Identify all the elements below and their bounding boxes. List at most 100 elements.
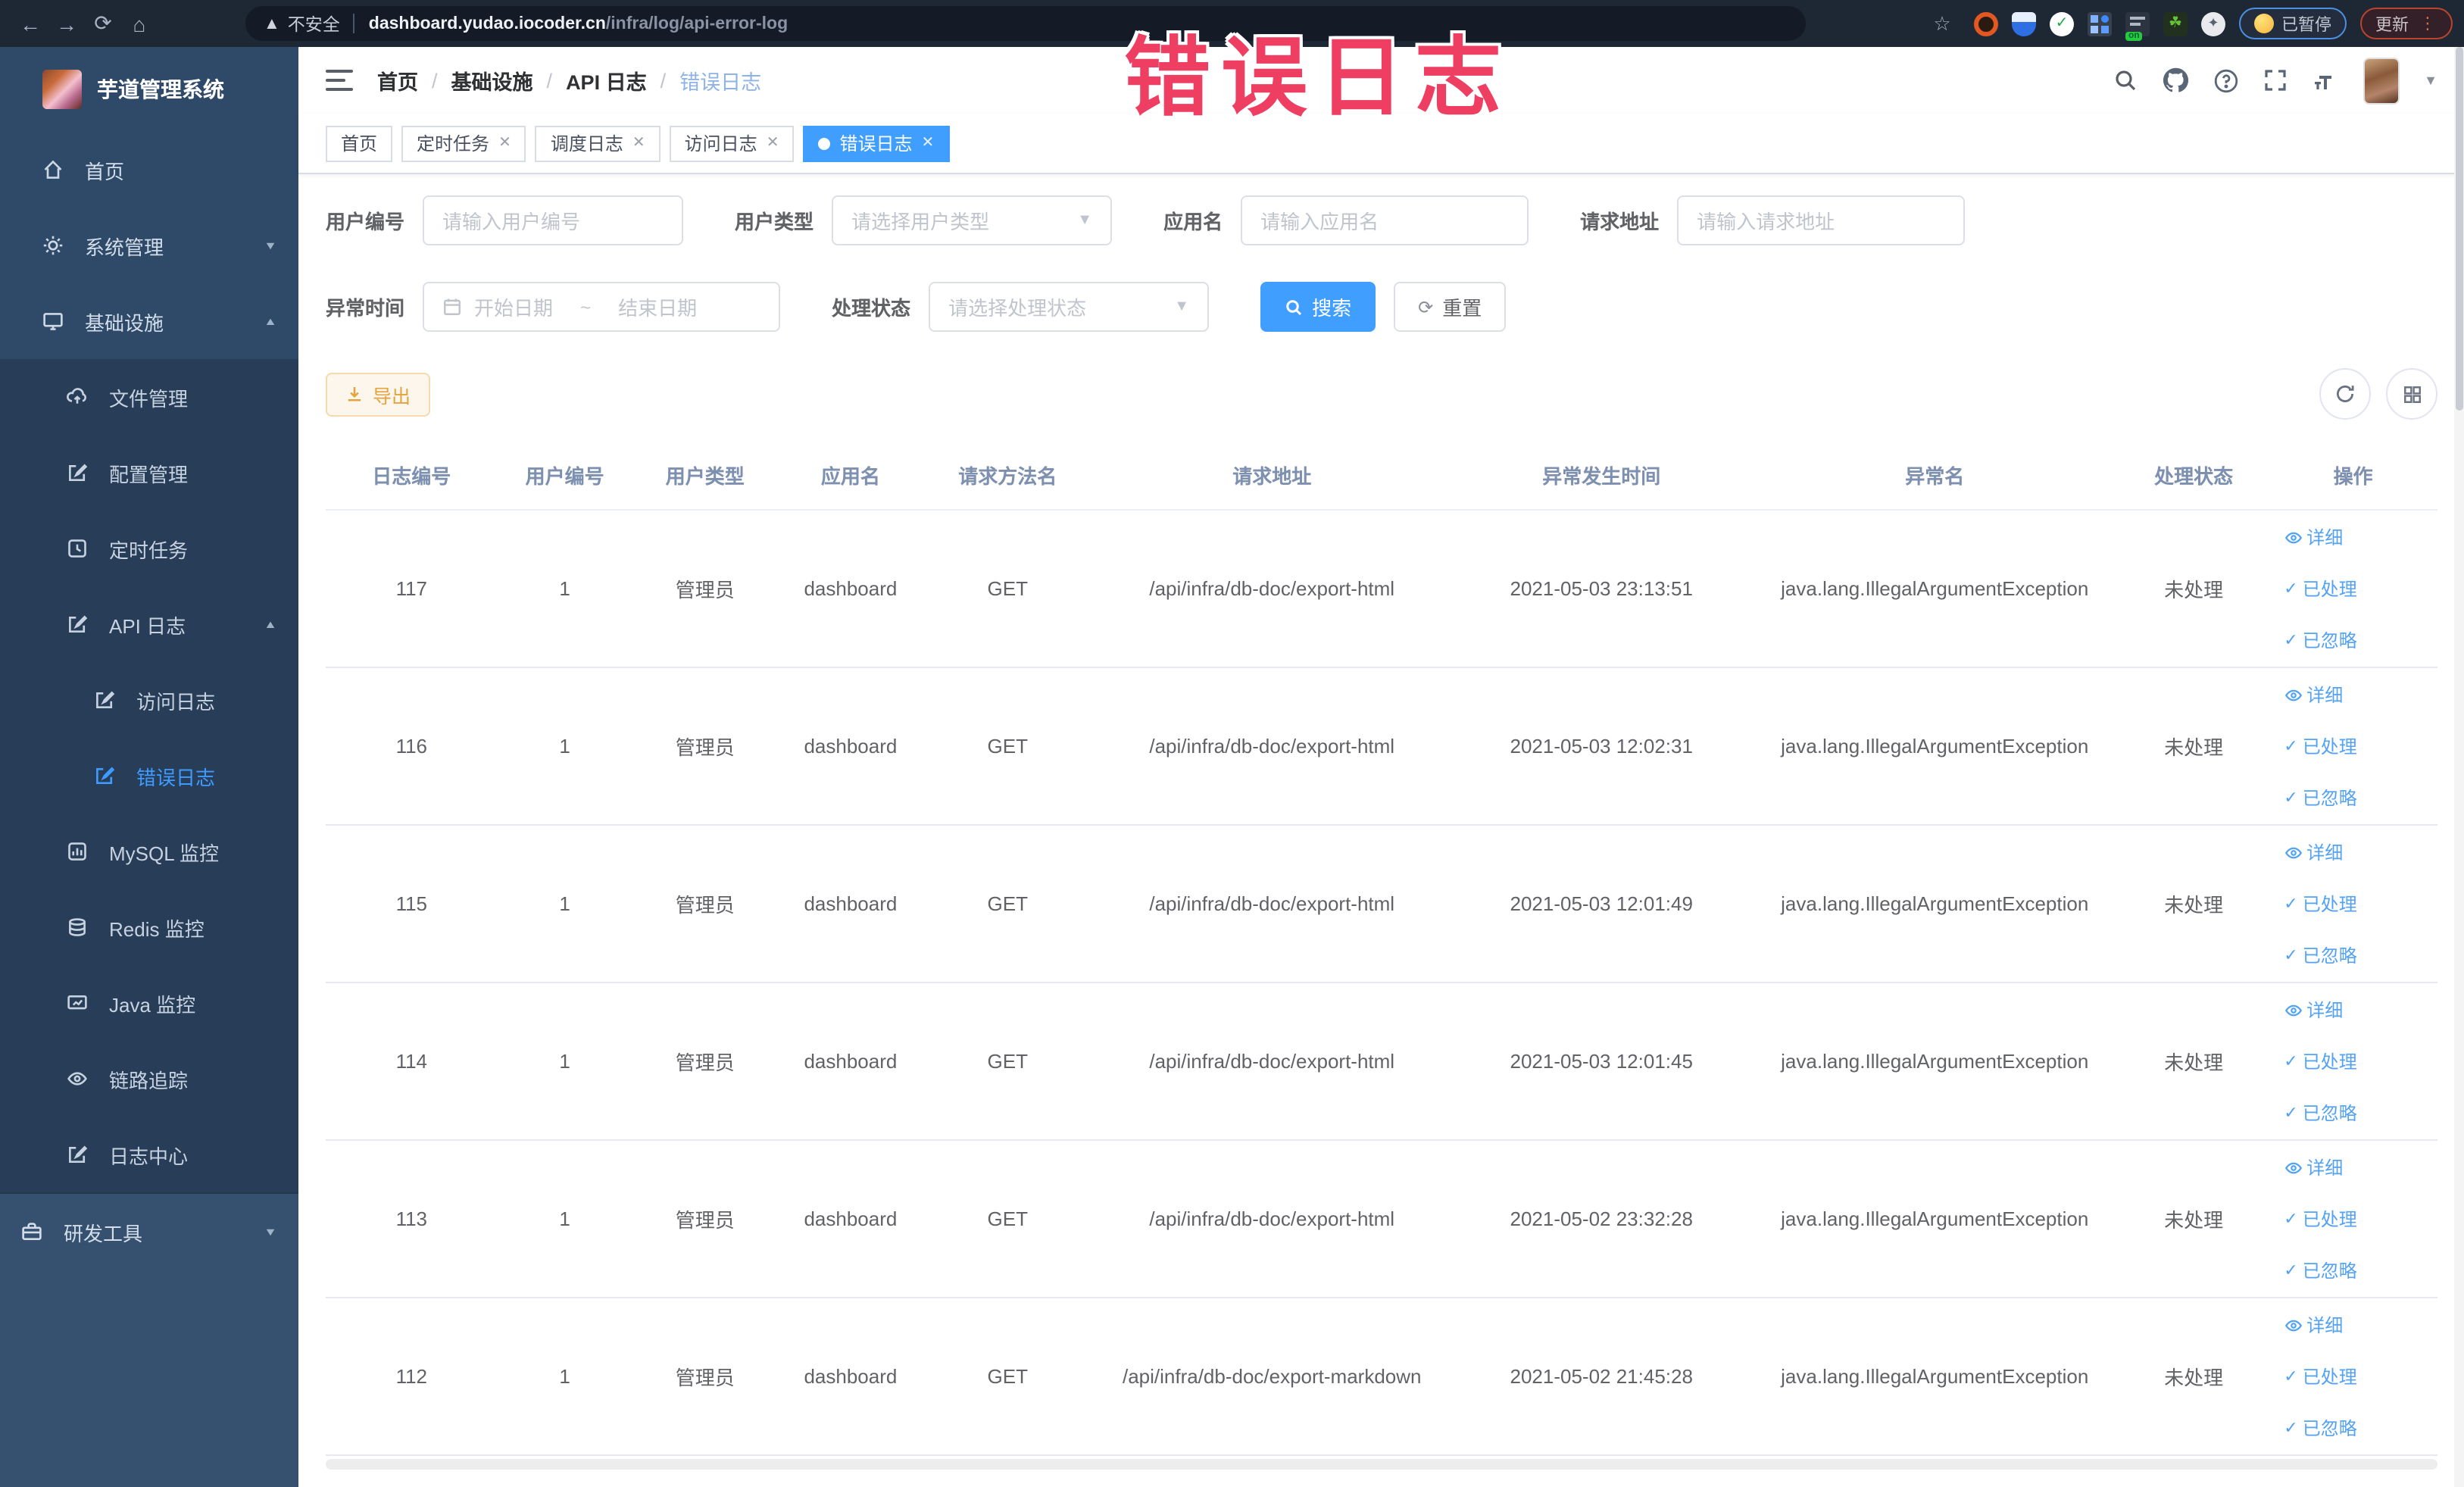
check-icon: ✓ xyxy=(2284,580,2298,598)
url-path: /infra/log/api-error-log xyxy=(605,14,789,33)
extension-shield-icon[interactable] xyxy=(2012,11,2036,36)
search-button[interactable]: 搜索 xyxy=(1260,282,1376,332)
tab-home[interactable]: 首页 xyxy=(326,125,393,161)
breadcrumb-home[interactable]: 首页 xyxy=(377,65,418,95)
detail-link[interactable]: 详细 xyxy=(2284,524,2343,550)
sidebar-item-java-monitor[interactable]: Java 监控 xyxy=(0,965,298,1041)
sidebar-item-file-mgmt[interactable]: 文件管理 xyxy=(0,359,298,435)
close-icon[interactable]: ✕ xyxy=(922,135,935,152)
sidebar-toggle-icon[interactable] xyxy=(326,70,353,91)
extension-grid-icon[interactable] xyxy=(2088,11,2112,36)
reset-button[interactable]: ⟳ 重置 xyxy=(1394,282,1507,332)
detail-link[interactable]: 详细 xyxy=(2284,1154,2343,1180)
extension-leaf-icon[interactable]: ☘ xyxy=(2163,11,2188,36)
extension-green-v-icon[interactable]: ✓ xyxy=(2050,11,2074,36)
profile-paused-badge[interactable]: 已暂停 xyxy=(2239,8,2347,39)
sidebar-item-system-mgmt[interactable]: 系统管理 ▼ xyxy=(0,208,298,283)
sidebar-item-scheduled-jobs[interactable]: 定时任务 xyxy=(0,511,298,586)
bookmark-star-icon[interactable]: ☆ xyxy=(1924,5,1960,42)
mark-processed-link[interactable]: ✓ 已处理 xyxy=(2284,1048,2356,1074)
profile-avatar-emoji xyxy=(2254,14,2274,33)
mark-ignored-link[interactable]: ✓ 已忽略 xyxy=(2284,942,2356,968)
fullscreen-icon[interactable] xyxy=(2263,68,2288,92)
sidebar-item-config-mgmt[interactable]: 配置管理 xyxy=(0,435,298,511)
security-label[interactable]: 不安全 xyxy=(288,11,340,36)
mark-processed-link[interactable]: ✓ 已处理 xyxy=(2284,733,2356,759)
cell-user-id: 1 xyxy=(497,667,632,826)
cell-exception: java.lang.IllegalArgumentException xyxy=(1750,667,2119,826)
tab-access-log[interactable]: 访问日志 ✕ xyxy=(669,125,795,161)
sidebar-item-mysql-monitor[interactable]: MySQL 监控 xyxy=(0,814,298,889)
sidebar-item-infrastructure[interactable]: 基础设施 ▲ xyxy=(0,283,298,359)
mark-processed-link[interactable]: ✓ 已处理 xyxy=(2284,1364,2356,1389)
sidebar-item-tracing[interactable]: 链路追踪 xyxy=(0,1041,298,1117)
breadcrumb-infra[interactable]: 基础设施 xyxy=(451,65,533,95)
user-id-input[interactable]: 请输入用户编号 xyxy=(423,195,684,245)
scrollbar-thumb[interactable] xyxy=(2456,47,2463,411)
extension-pinwheel-icon[interactable]: ✦ xyxy=(2201,11,2225,36)
font-size-icon[interactable] xyxy=(2312,68,2339,92)
mark-ignored-link[interactable]: ✓ 已忽略 xyxy=(2284,1257,2356,1283)
export-button[interactable]: 导出 xyxy=(326,372,431,416)
mark-processed-link[interactable]: ✓ 已处理 xyxy=(2284,1206,2356,1232)
extension-on-badge-icon[interactable]: on xyxy=(2125,11,2150,40)
sidebar-item-dev-tools[interactable]: 研发工具 ▼ xyxy=(0,1194,298,1270)
address-bar[interactable]: ▲ 不安全 dashboard.yudao.iocoder.cn/infra/l… xyxy=(245,6,1806,41)
browser-reload-icon[interactable]: ⟳ xyxy=(85,5,121,42)
close-icon[interactable]: ✕ xyxy=(498,135,511,152)
detail-link[interactable]: 详细 xyxy=(2284,682,2343,708)
sidebar-item-home[interactable]: 首页 xyxy=(0,132,298,208)
mark-ignored-link[interactable]: ✓ 已忽略 xyxy=(2284,1415,2356,1441)
exception-time-range-picker[interactable]: 开始日期 ~ 结束日期 xyxy=(423,282,781,332)
mark-processed-link[interactable]: ✓ 已处理 xyxy=(2284,576,2356,601)
refresh-button[interactable] xyxy=(2319,368,2371,420)
browser-menu-icon[interactable]: ⋮ xyxy=(2419,14,2437,33)
monitor-icon xyxy=(43,313,63,330)
tab-schedule-log[interactable]: 调度日志 ✕ xyxy=(535,125,661,161)
check-icon: ✓ xyxy=(2284,895,2298,914)
grid-icon xyxy=(2403,386,2420,402)
horizontal-scrollbar[interactable] xyxy=(326,1459,2437,1470)
process-status-select[interactable]: 请选择处理状态 ▼ xyxy=(929,282,1210,332)
browser-forward-icon[interactable]: → xyxy=(48,5,85,42)
cell-exception: java.lang.IllegalArgumentException xyxy=(1750,1298,2119,1456)
edit-icon xyxy=(69,464,88,481)
mark-processed-link[interactable]: ✓ 已处理 xyxy=(2284,891,2356,917)
user-type-select[interactable]: 请选择用户类型 ▼ xyxy=(832,195,1113,245)
mark-ignored-link[interactable]: ✓ 已忽略 xyxy=(2284,1100,2356,1126)
tab-scheduled-jobs[interactable]: 定时任务 ✕ xyxy=(401,125,526,161)
search-icon[interactable] xyxy=(2113,68,2138,92)
github-icon[interactable] xyxy=(2162,67,2189,94)
chevron-down-icon: ▼ xyxy=(1077,212,1093,229)
sidebar-item-redis-monitor[interactable]: Redis 监控 xyxy=(0,889,298,965)
extension-orange-icon[interactable] xyxy=(1974,11,1998,36)
sidebar-logo[interactable]: 芋道管理系统 xyxy=(0,47,298,132)
sidebar-item-api-log[interactable]: API 日志 ▲ xyxy=(0,586,298,662)
cell-log-id: 112 xyxy=(326,1298,498,1456)
security-warning-icon[interactable]: ▲ xyxy=(264,14,280,33)
mark-ignored-link[interactable]: ✓ 已忽略 xyxy=(2284,627,2356,653)
column-settings-button[interactable] xyxy=(2386,368,2437,420)
sidebar-item-log-center[interactable]: 日志中心 xyxy=(0,1117,298,1192)
user-menu-caret-icon[interactable]: ▼ xyxy=(2424,73,2437,88)
sidebar-item-error-log[interactable]: 错误日志 xyxy=(0,738,298,814)
browser-back-icon[interactable]: ← xyxy=(12,5,48,42)
mark-ignored-link[interactable]: ✓ 已忽略 xyxy=(2284,785,2356,811)
vertical-scrollbar[interactable] xyxy=(2454,47,2464,1487)
help-icon[interactable] xyxy=(2213,67,2239,93)
detail-link[interactable]: 详细 xyxy=(2284,997,2343,1023)
browser-update-button[interactable]: 更新 ⋮ xyxy=(2360,8,2453,39)
tab-error-log[interactable]: 错误日志 ✕ xyxy=(803,125,950,161)
request-url-input[interactable]: 请输入请求地址 xyxy=(1677,195,1966,245)
close-icon[interactable]: ✕ xyxy=(767,135,779,152)
browser-home-icon[interactable]: ⌂ xyxy=(121,5,158,42)
detail-link[interactable]: 详细 xyxy=(2284,839,2343,865)
close-icon[interactable]: ✕ xyxy=(632,135,645,152)
active-dot xyxy=(818,137,831,149)
cell-exception: java.lang.IllegalArgumentException xyxy=(1750,825,2119,983)
detail-link[interactable]: 详细 xyxy=(2284,1312,2343,1338)
breadcrumb-api-log[interactable]: API 日志 xyxy=(566,65,647,95)
user-avatar[interactable] xyxy=(2363,57,2400,104)
sidebar-item-access-log[interactable]: 访问日志 xyxy=(0,662,298,738)
app-name-input[interactable]: 请输入应用名 xyxy=(1241,195,1529,245)
